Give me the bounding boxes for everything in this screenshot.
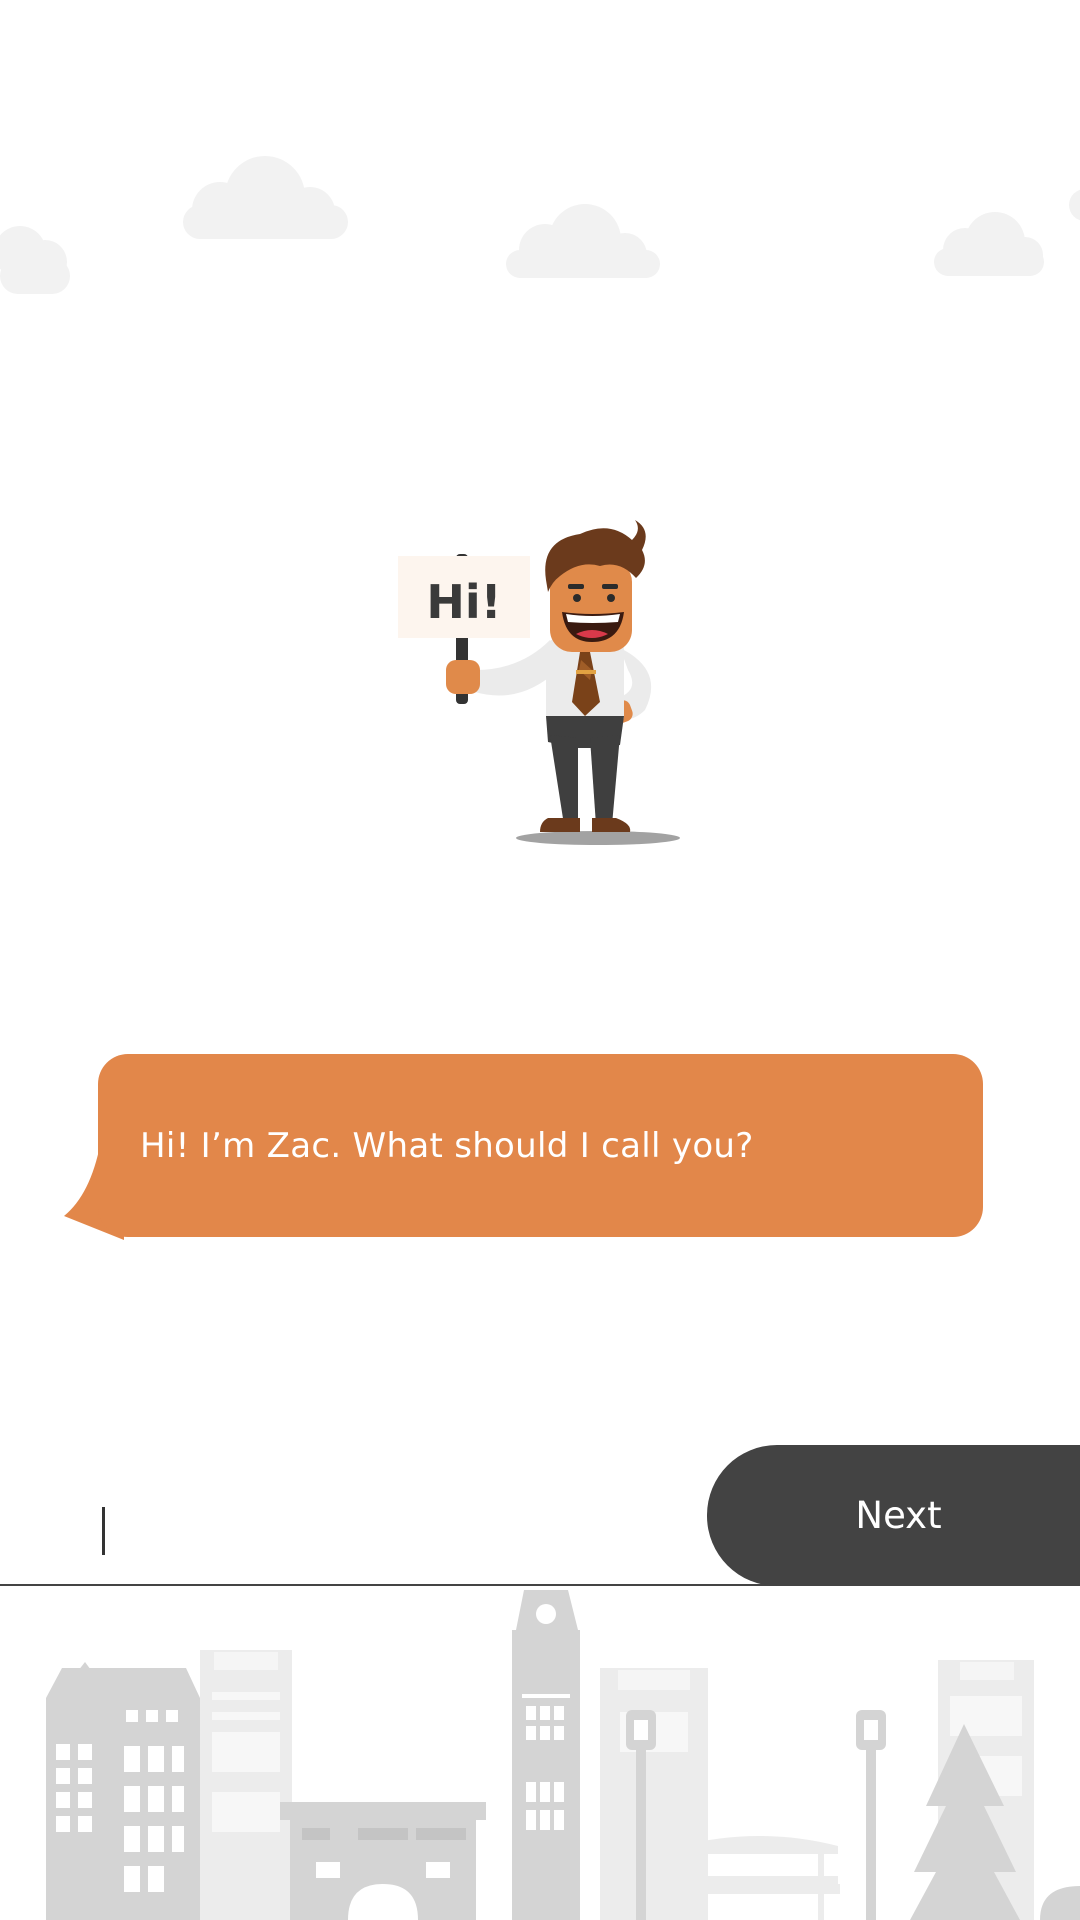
text-cursor [102,1507,105,1555]
sign-text: Hi! [426,575,501,629]
cloud-icon [1069,189,1080,221]
name-input[interactable] [96,1490,700,1572]
cloud-icon [0,226,70,294]
bot-message: Hi! I’m Zac. What should I call you? [140,1125,754,1166]
cloud-background [0,156,1080,294]
cloud-icon [506,204,660,278]
city-skyline-illustration [46,1590,1080,1920]
next-button-label: Next [855,1494,942,1537]
cloud-icon [183,156,348,239]
onboarding-screen: Hi! Hi! I’m Zac. What should I call you?… [0,0,1080,1920]
cloud-icon [934,212,1044,276]
speech-bubble: Hi! I’m Zac. What should I call you? [98,1054,983,1237]
mascot-illustration: Hi! [398,520,680,845]
next-button[interactable]: Next [707,1445,1080,1586]
